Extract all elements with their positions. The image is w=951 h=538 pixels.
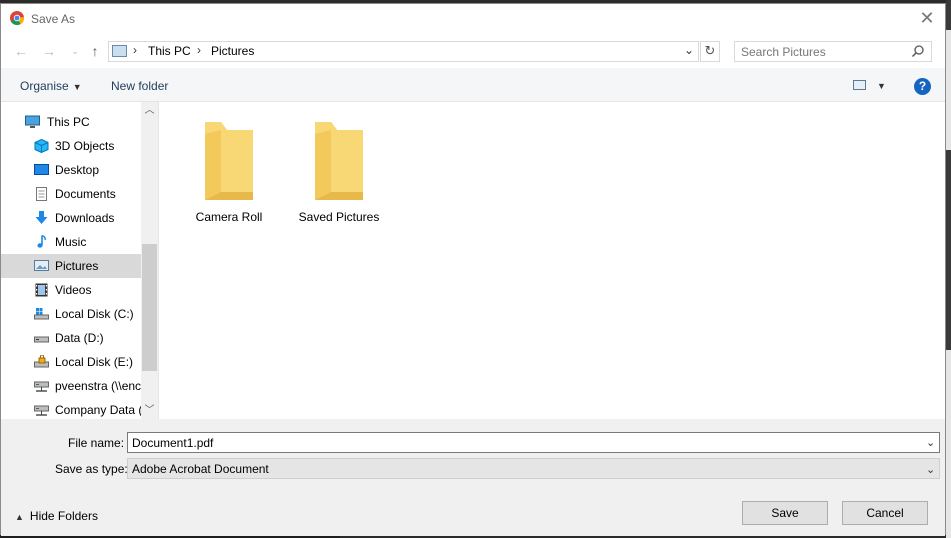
folder-saved-pictures[interactable]: Saved Pictures bbox=[284, 120, 394, 230]
navigation-pane: This PC 3D Objects Desktop Documents Dow… bbox=[1, 102, 159, 419]
up-arrow-icon[interactable]: ↑ bbox=[85, 42, 105, 60]
address-row: ← → ⌄ ↑ › This PC › Pictures ⌄ ↻ bbox=[1, 34, 945, 68]
save-button[interactable]: Save bbox=[742, 501, 828, 525]
address-dropdown-icon[interactable]: ⌄ bbox=[684, 43, 694, 57]
file-name-input[interactable] bbox=[127, 432, 940, 453]
folder-icon bbox=[315, 122, 363, 200]
music-note-icon bbox=[37, 235, 46, 248]
new-folder-button[interactable]: New folder bbox=[111, 79, 168, 93]
nav-item-local-disk-c[interactable]: Local Disk (C:) bbox=[1, 302, 141, 326]
window-title: Save As bbox=[31, 12, 76, 26]
pictures-icon bbox=[34, 260, 49, 271]
nav-item-local-disk-e[interactable]: Local Disk (E:) bbox=[1, 350, 141, 374]
nav-item-videos[interactable]: Videos bbox=[1, 278, 141, 302]
save-form: File name: ⌄ Save as type: Adobe Acrobat… bbox=[1, 419, 945, 536]
breadcrumb-this-pc[interactable]: This PC bbox=[148, 44, 191, 58]
search-icon[interactable] bbox=[911, 44, 925, 58]
desktop-icon bbox=[34, 164, 49, 175]
document-icon bbox=[36, 187, 47, 201]
cube-icon bbox=[34, 139, 49, 153]
folder-label: Saved Pictures bbox=[298, 210, 380, 224]
hide-folders-toggle[interactable]: ▲ Hide Folders bbox=[15, 509, 98, 523]
scroll-up-icon[interactable]: ︿ bbox=[141, 102, 158, 119]
nav-item-documents[interactable]: Documents bbox=[1, 182, 141, 206]
nav-item-pveenstra[interactable]: pveenstra (\\enc bbox=[1, 374, 141, 398]
help-icon[interactable]: ? bbox=[914, 78, 931, 95]
download-arrow-icon bbox=[35, 211, 48, 224]
recent-locations-chevron-icon[interactable]: ⌄ bbox=[65, 42, 85, 60]
caret-up-icon: ▲ bbox=[15, 512, 24, 522]
network-drive-icon bbox=[34, 405, 49, 416]
scroll-down-icon[interactable]: ﹀ bbox=[141, 402, 158, 419]
nav-item-downloads[interactable]: Downloads bbox=[1, 206, 141, 230]
save-as-dialog: Save As ✕ ← → ⌄ ↑ › This PC › Pictures ⌄… bbox=[0, 3, 946, 536]
refresh-icon[interactable]: ↻ bbox=[700, 41, 720, 62]
locked-drive-icon bbox=[34, 355, 49, 368]
file-list-pane: Camera Roll Saved Pictures bbox=[159, 102, 945, 419]
nav-item-data-d[interactable]: Data (D:) bbox=[1, 326, 141, 350]
nav-item-desktop[interactable]: Desktop bbox=[1, 158, 141, 182]
breadcrumb-separator-icon: › bbox=[197, 43, 201, 57]
search-input[interactable] bbox=[734, 41, 932, 62]
file-name-label: File name: bbox=[68, 436, 125, 450]
network-drive-icon bbox=[34, 381, 49, 392]
caret-down-icon[interactable]: ▼ bbox=[877, 81, 886, 91]
scrollbar-thumb[interactable] bbox=[142, 244, 157, 371]
forward-arrow-icon[interactable]: → bbox=[39, 42, 59, 60]
view-options-icon[interactable] bbox=[853, 80, 866, 90]
cancel-button[interactable]: Cancel bbox=[842, 501, 928, 525]
folder-icon bbox=[205, 122, 253, 200]
folder-label: Camera Roll bbox=[195, 210, 263, 224]
save-type-label: Save as type: bbox=[55, 462, 128, 476]
system-drive-icon bbox=[34, 308, 49, 320]
organise-menu[interactable]: Organise ▼ bbox=[20, 79, 82, 93]
breadcrumb-pictures[interactable]: Pictures bbox=[211, 44, 254, 58]
background-window-edge bbox=[946, 0, 951, 538]
nav-item-pictures[interactable]: Pictures bbox=[1, 254, 141, 278]
nav-item-music[interactable]: Music bbox=[1, 230, 141, 254]
caret-down-icon: ▼ bbox=[72, 82, 82, 92]
back-arrow-icon[interactable]: ← bbox=[11, 42, 31, 60]
chevron-down-icon[interactable]: ⌄ bbox=[926, 436, 935, 449]
folder-camera-roll[interactable]: Camera Roll bbox=[174, 120, 284, 230]
chrome-icon bbox=[10, 11, 24, 25]
drive-icon bbox=[34, 336, 49, 343]
film-icon bbox=[35, 283, 48, 297]
breadcrumb-separator-icon: › bbox=[133, 43, 137, 57]
command-toolbar: Organise ▼ New folder ▼ ? bbox=[1, 68, 945, 102]
save-type-select[interactable]: Adobe Acrobat Document bbox=[127, 458, 940, 479]
nav-item-this-pc[interactable]: This PC bbox=[1, 110, 141, 134]
chevron-down-icon[interactable]: ⌄ bbox=[926, 463, 935, 476]
nav-item-3d-objects[interactable]: 3D Objects bbox=[1, 134, 141, 158]
address-bar[interactable]: › This PC › Pictures ⌄ bbox=[108, 41, 699, 62]
title-bar: Save As ✕ bbox=[1, 4, 945, 34]
nav-scrollbar[interactable]: ︿ ﹀ bbox=[141, 102, 158, 419]
close-icon[interactable]: ✕ bbox=[917, 8, 937, 28]
pc-icon bbox=[25, 115, 40, 128]
pictures-location-icon bbox=[112, 45, 127, 57]
